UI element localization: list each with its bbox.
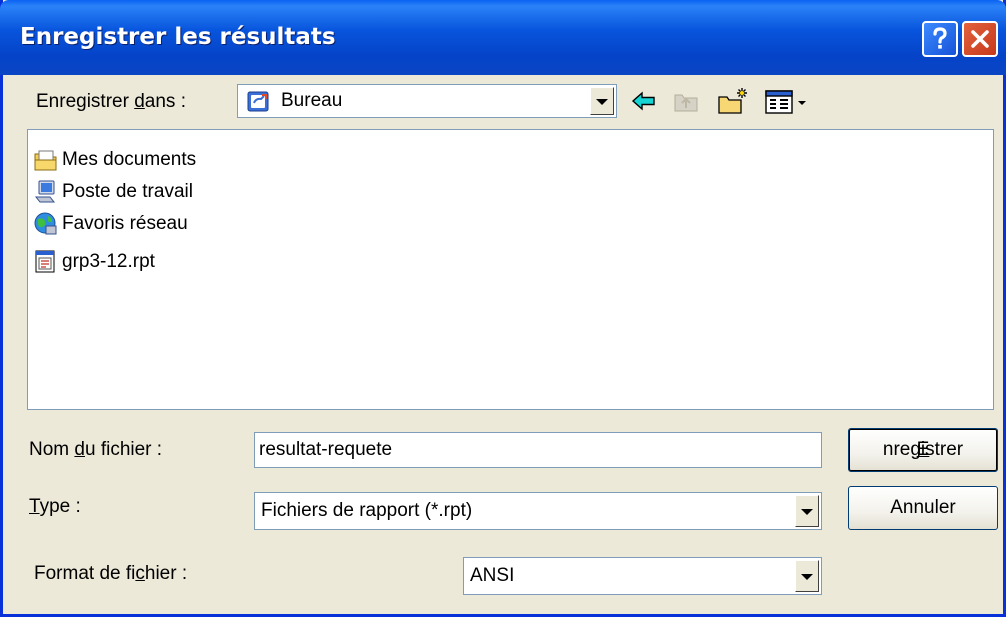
- my-computer-icon: [34, 180, 56, 203]
- save-button[interactable]: Enregistrer: [848, 428, 998, 472]
- close-button[interactable]: [962, 21, 998, 57]
- view-menu-icon[interactable]: [764, 86, 814, 116]
- dialog-title: Enregistrer les résultats: [20, 24, 336, 50]
- file-list[interactable]: Mes documents Poste de travail Favoris r…: [27, 129, 994, 410]
- save-in-value: Bureau: [281, 90, 343, 111]
- save-in-combo[interactable]: Bureau: [237, 84, 617, 118]
- file-name-value: resultat-requete: [259, 439, 393, 460]
- back-arrow-icon[interactable]: [629, 86, 659, 116]
- save-in-label: Enregistrer dans :: [36, 91, 186, 112]
- type-dropdown-arrow[interactable]: [795, 495, 819, 527]
- save-in-dropdown-arrow[interactable]: [590, 87, 614, 115]
- type-select[interactable]: Fichiers de rapport (*.rpt): [254, 492, 822, 530]
- report-file-icon: [35, 250, 55, 273]
- file-name-input[interactable]: resultat-requete: [254, 432, 822, 468]
- cancel-button[interactable]: Annuler: [848, 486, 998, 530]
- file-name: Poste de travail: [62, 181, 193, 202]
- question-mark-icon: [933, 27, 947, 49]
- new-folder-icon[interactable]: [716, 86, 750, 116]
- my-documents-icon: [34, 150, 57, 171]
- type-value: Fichiers de rapport (*.rpt): [261, 500, 473, 521]
- cancel-button-label: Annuler: [890, 497, 956, 518]
- file-format-dropdown-arrow[interactable]: [795, 560, 819, 592]
- file-name: Favoris réseau: [62, 213, 188, 234]
- file-name: Mes documents: [62, 149, 197, 170]
- file-format-select[interactable]: ANSI: [463, 557, 822, 595]
- network-places-icon: [34, 212, 57, 235]
- file-name-label: Nom du fichier :: [29, 439, 163, 460]
- file-name: grp3-12.rpt: [62, 251, 155, 272]
- help-button[interactable]: [922, 21, 958, 57]
- file-format-label: Format de fichier :: [34, 563, 188, 584]
- type-label: Type :: [29, 496, 81, 517]
- title-bar[interactable]: Enregistrer les résultats: [0, 0, 1006, 75]
- desktop-icon: [247, 91, 269, 112]
- file-format-value: ANSI: [470, 565, 515, 586]
- close-icon: [971, 30, 989, 48]
- up-one-level-icon[interactable]: [671, 86, 701, 116]
- save-results-dialog: Enregistrer les résultats Enregistrer da…: [0, 0, 1006, 617]
